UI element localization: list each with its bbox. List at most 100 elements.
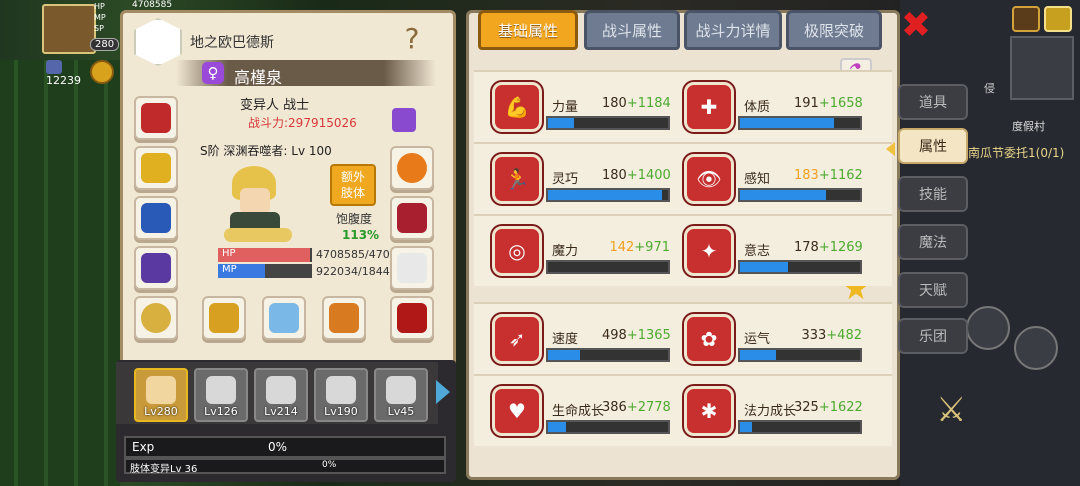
side-menu-item[interactable]: 道具 bbox=[898, 84, 968, 120]
stat-name: 意志 bbox=[744, 244, 771, 259]
character-portrait-icon bbox=[326, 376, 356, 404]
class-line: 变异人 战士 bbox=[240, 98, 310, 113]
satiety-label: 饱腹度 bbox=[336, 212, 373, 226]
village-label: 度假村 bbox=[1012, 120, 1045, 133]
stat-icon: 💪 bbox=[492, 82, 542, 132]
stat-icon: ➶ bbox=[492, 314, 542, 364]
mp-bar-label: MP bbox=[222, 264, 237, 275]
stat-bonus: +482 bbox=[826, 328, 862, 343]
equip-slot-weapon-1[interactable] bbox=[202, 296, 246, 340]
limb-value: 0% bbox=[322, 460, 337, 470]
stat-name: 法力成长 bbox=[744, 404, 797, 419]
attack-button-icon[interactable] bbox=[1014, 326, 1058, 370]
stat-value: 180+1400 bbox=[602, 168, 671, 183]
stat-icon: ✚ bbox=[684, 82, 734, 132]
level-badge: 280 bbox=[90, 38, 120, 51]
stat-bonus: +971 bbox=[634, 240, 670, 255]
character-portrait-icon bbox=[386, 376, 416, 404]
staff-icon bbox=[209, 303, 239, 333]
stat-name: 运气 bbox=[744, 332, 771, 347]
stat-name: 速度 bbox=[552, 332, 579, 347]
combat-power: 战斗力:297915026 bbox=[248, 116, 357, 130]
stat-base: 183 bbox=[794, 168, 819, 183]
side-menu-item[interactable]: 属性 bbox=[898, 128, 968, 164]
tab-power-details[interactable]: 战斗力详情 bbox=[684, 10, 782, 50]
character-portrait-icon bbox=[266, 376, 296, 404]
stat-value: 180+1184 bbox=[602, 96, 671, 111]
stat-value: 498+1365 bbox=[602, 328, 671, 343]
equip-slot-pet[interactable] bbox=[390, 146, 434, 190]
stat-progress-bar bbox=[546, 348, 670, 362]
equip-slot-cape[interactable] bbox=[134, 196, 178, 240]
stat-base: 180 bbox=[602, 96, 627, 111]
bonus-gem-icon[interactable] bbox=[392, 108, 416, 132]
sp-hud-label: SP bbox=[94, 24, 104, 33]
character-portrait-icon bbox=[206, 376, 236, 404]
exp-value: 0% bbox=[268, 440, 288, 454]
hanger-icon[interactable]: ? bbox=[384, 22, 440, 62]
character-sprite bbox=[222, 166, 294, 246]
side-menu-item[interactable]: 魔法 bbox=[898, 224, 968, 260]
roster-character-card[interactable]: Lv214 bbox=[254, 368, 308, 422]
side-menu-item[interactable]: 乐团 bbox=[898, 318, 968, 354]
stat-base: 178 bbox=[794, 240, 819, 255]
stat-progress-bar bbox=[546, 420, 670, 434]
stat-base: 386 bbox=[602, 400, 627, 415]
character-portrait-icon bbox=[146, 376, 176, 404]
minimap[interactable] bbox=[1010, 36, 1074, 100]
equip-slot-armor[interactable] bbox=[134, 246, 178, 290]
book-icon[interactable] bbox=[966, 306, 1010, 350]
side-menu-item[interactable]: 天赋 bbox=[898, 272, 968, 308]
equip-slot-helmet[interactable] bbox=[134, 96, 178, 140]
rank-line: S阶 深渊吞噬者: Lv 100 bbox=[200, 144, 332, 158]
stat-base: 498 bbox=[602, 328, 627, 343]
cape-icon bbox=[141, 203, 171, 233]
stat-name: 生命成长 bbox=[552, 404, 605, 419]
stat-value: 191+1658 bbox=[794, 96, 863, 111]
dragon-helmet-icon bbox=[141, 103, 171, 133]
stat-progress-bar bbox=[738, 260, 862, 274]
equip-slot-ring[interactable] bbox=[134, 296, 178, 340]
hud-hp-value: 4708585 bbox=[132, 0, 173, 10]
armor-icon bbox=[141, 253, 171, 283]
stat-base: 325 bbox=[794, 400, 819, 415]
grass-field bbox=[0, 60, 120, 486]
side-menu-item[interactable]: 技能 bbox=[898, 176, 968, 212]
stat-base: 142 bbox=[609, 240, 635, 255]
fullscreen-icon[interactable] bbox=[1044, 6, 1072, 32]
close-icon[interactable]: ✖ bbox=[898, 8, 934, 44]
roster-character-card[interactable]: Lv280 bbox=[134, 368, 188, 422]
equip-slot-weapon-2[interactable] bbox=[262, 296, 306, 340]
equip-slot-weapon-3[interactable] bbox=[322, 296, 366, 340]
equip-slot-boots[interactable] bbox=[390, 246, 434, 290]
stat-name: 魔力 bbox=[552, 244, 579, 259]
roster-next-arrow-icon[interactable] bbox=[436, 380, 450, 404]
mp-text: 922034/1844 bbox=[316, 265, 390, 278]
player-avatar[interactable] bbox=[42, 4, 96, 54]
stat-base: 191 bbox=[794, 96, 819, 111]
guild-name: 地之欧巴德斯 bbox=[190, 35, 274, 51]
tab-limit-break[interactable]: 极限突破 bbox=[786, 10, 882, 50]
roster-character-card[interactable]: Lv126 bbox=[194, 368, 248, 422]
gloves-icon bbox=[397, 303, 427, 333]
stat-progress-bar bbox=[546, 260, 670, 274]
tab-combat-attributes[interactable]: 战斗属性 bbox=[584, 10, 680, 50]
quest-label[interactable]: 南瓜节委托1(0/1) bbox=[968, 144, 1064, 161]
stat-icon: 👁 bbox=[684, 154, 734, 204]
roster-character-card[interactable]: Lv45 bbox=[374, 368, 428, 422]
extra-limb-button[interactable]: 额外 肢体 bbox=[330, 164, 376, 206]
equip-slot-belt[interactable] bbox=[390, 196, 434, 240]
equip-slot-necklace[interactable] bbox=[134, 146, 178, 190]
tab-basic-attributes[interactable]: 基础属性 bbox=[478, 10, 578, 50]
npc-label: 侵 bbox=[984, 82, 995, 95]
ring-icon bbox=[141, 303, 171, 333]
network-icon[interactable] bbox=[1012, 6, 1040, 32]
roster-character-level: Lv214 bbox=[264, 405, 298, 418]
equip-slot-gloves[interactable] bbox=[390, 296, 434, 340]
mp-hud-label: MP bbox=[94, 13, 106, 22]
stat-name: 体质 bbox=[744, 100, 771, 115]
roster-character-card[interactable]: Lv190 bbox=[314, 368, 368, 422]
stat-icon: ✦ bbox=[684, 226, 734, 276]
sword-icon[interactable]: ⚔ bbox=[936, 390, 976, 430]
stat-progress-bar bbox=[546, 116, 670, 130]
